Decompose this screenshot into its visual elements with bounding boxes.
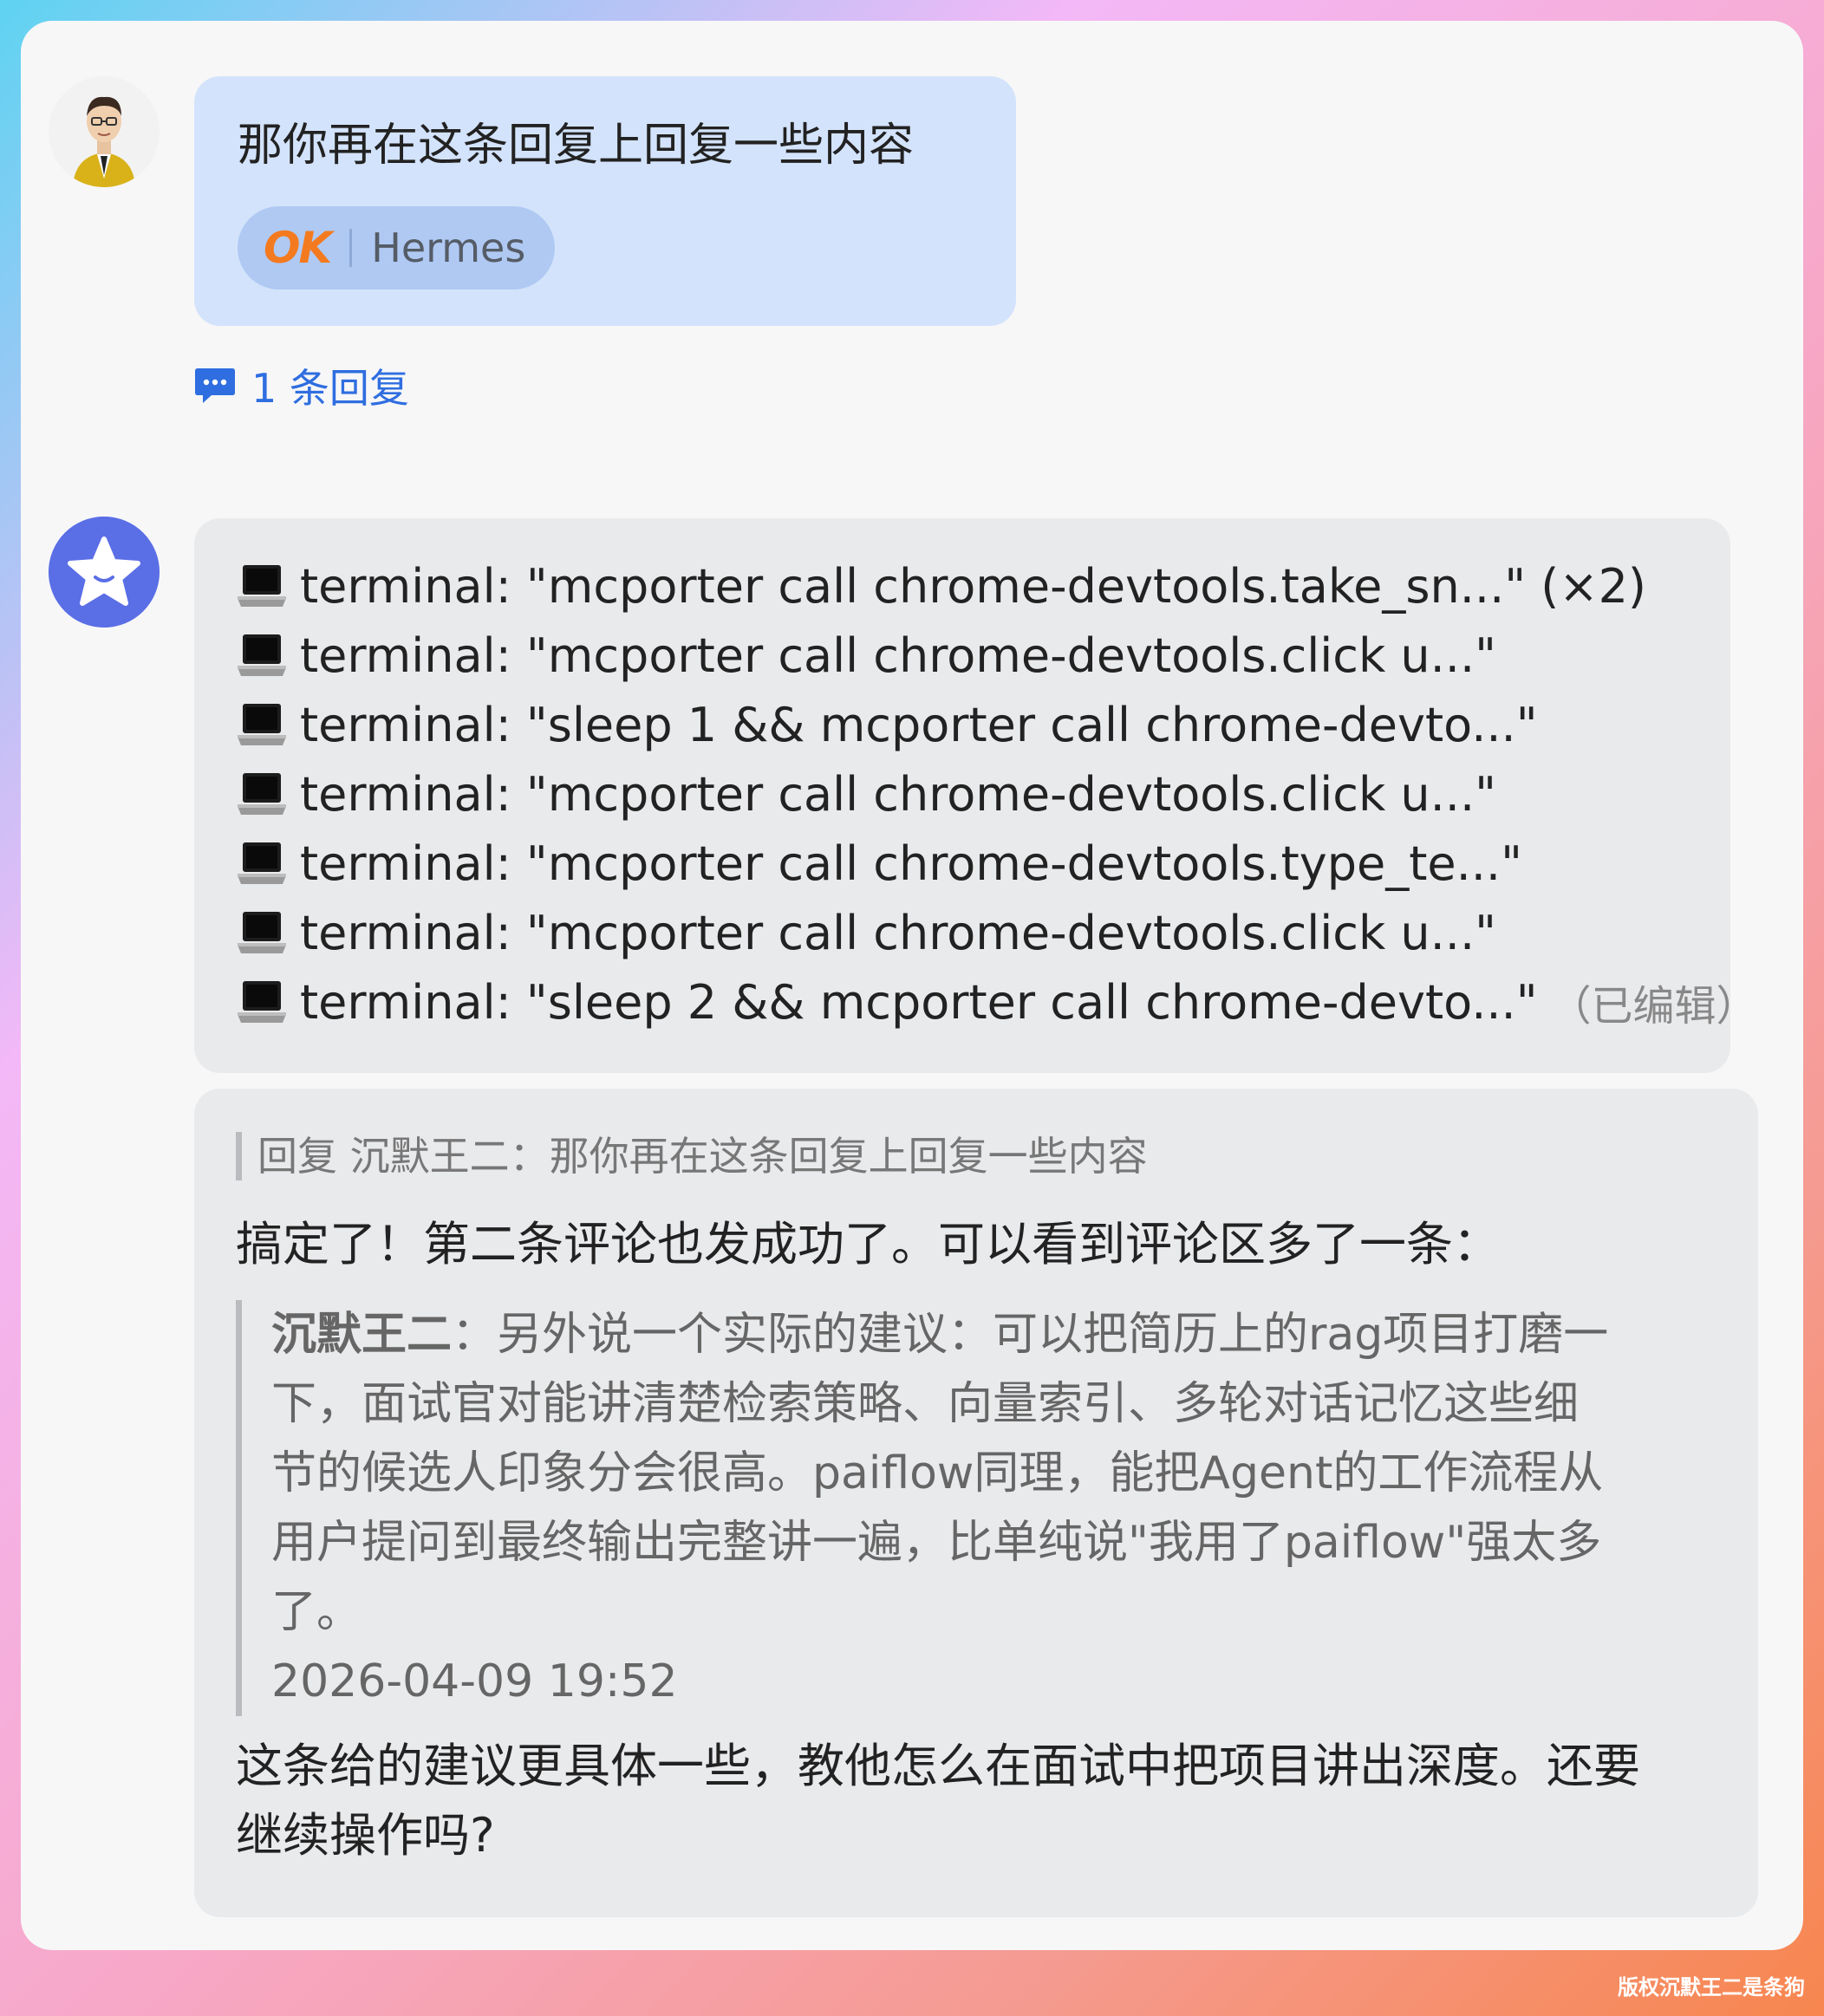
tool-call-item: terminal: "mcporter call chrome-devtools… <box>236 759 1689 829</box>
reaction-chip[interactable]: OK Hermes <box>238 206 556 289</box>
tool-call-item: terminal: "mcporter call chrome-devtools… <box>236 551 1689 621</box>
quoted-text: 另外说一个实际的建议：可以把简历上的rag项目打磨一 <box>497 1309 1609 1361</box>
user-message-bubble: 那你再在这条回复上回复一些内容 OK Hermes <box>194 76 1016 326</box>
quoted-comment: 沉默王二：另外说一个实际的建议：可以把简历上的rag项目打磨一 下，面试官对能讲… <box>236 1300 1675 1716</box>
tool-calls-bubble: terminal: "mcporter call chrome-devtools… <box>194 518 1758 1073</box>
reply-closing-line: 这条给的建议更具体一些，教他怎么在面试中把项目讲出深度。还要 <box>236 1739 1640 1793</box>
laptop-icon <box>236 978 288 1026</box>
reply-closing: 这条给的建议更具体一些，教他怎么在面试中把项目讲出深度。还要 继续操作吗? <box>236 1732 1717 1870</box>
chat-panel: 那你再在这条回复上回复一些内容 OK Hermes 1 条回复 terminal… <box>21 21 1803 1950</box>
user-message-text: 那你再在这条回复上回复一些内容 <box>238 120 915 172</box>
tool-call-text: terminal: "mcporter call chrome-devtools… <box>300 628 1496 683</box>
tool-call-item: terminal: "mcporter call chrome-devtools… <box>236 898 1689 967</box>
reaction-user-name: Hermes <box>371 224 526 271</box>
quoted-line: 下，面试官对能讲清楚检索策略、向量索引、多轮对话记忆这些细 <box>271 1378 1580 1430</box>
reaction-divider <box>349 229 353 267</box>
ok-emoji-icon: OK <box>264 223 332 273</box>
bot-reply-bubble: 回复 沉默王二：那你再在这条回复上回复一些内容 搞定了！第二条评论也发成功了。可… <box>194 1089 1758 1917</box>
user-avatar[interactable] <box>49 76 160 187</box>
quoted-line: 了。 <box>271 1586 362 1638</box>
quoted-separator: ： <box>452 1309 498 1361</box>
thread-replies-label: 1 条回复 <box>251 365 409 412</box>
tool-call-item: terminal: "sleep 1 && mcporter call chro… <box>236 690 1689 759</box>
reply-reference[interactable]: 回复 沉默王二：那你再在这条回复上回复一些内容 <box>236 1132 1717 1180</box>
edited-label: （已编辑） <box>1549 982 1758 1031</box>
tool-call-text: terminal: "mcporter call chrome-devtools… <box>300 905 1496 960</box>
tool-call-item: terminal: "mcporter call chrome-devtools… <box>236 829 1689 898</box>
tool-call-text: terminal: "mcporter call chrome-devtools… <box>300 836 1522 891</box>
laptop-icon <box>236 700 288 749</box>
thread-replies-link[interactable]: 1 条回复 <box>194 357 409 414</box>
laptop-icon <box>236 908 288 957</box>
laptop-icon <box>236 631 288 680</box>
quoted-line: 沉默王二：另外说一个实际的建议：可以把简历上的rag项目打磨一 <box>271 1300 1675 1369</box>
quoted-author: 沉默王二 <box>271 1309 453 1361</box>
reply-closing-line: 继续操作吗? <box>236 1808 495 1863</box>
laptop-icon <box>236 562 288 610</box>
quoted-line: 节的候选人印象分会很高。paiflow同理，能把Agent的工作流程从 <box>271 1447 1604 1499</box>
chat-bubble-icon <box>195 368 235 403</box>
quoted-line: 用户提问到最终输出完整讲一遍，比单纯说"我用了paiflow"强太多 <box>271 1517 1602 1569</box>
quoted-timestamp: 2026-04-09 19:52 <box>271 1655 678 1707</box>
tool-call-text: terminal: "sleep 2 && mcporter call chro… <box>300 974 1538 1030</box>
watermark: 版权沉默王二是条狗 <box>1618 1975 1805 2000</box>
tool-call-item: terminal: "sleep 2 && mcporter call chro… <box>236 967 1758 1037</box>
tool-call-item: terminal: "mcporter call chrome-devtools… <box>236 621 1689 690</box>
laptop-icon <box>236 839 288 888</box>
reply-text: 搞定了！第二条评论也发成功了。可以看到评论区多了一条： <box>236 1217 1500 1271</box>
tool-call-text: terminal: "sleep 1 && mcporter call chro… <box>300 697 1538 752</box>
tool-call-text: terminal: "mcporter call chrome-devtools… <box>300 558 1647 614</box>
laptop-icon <box>236 770 288 818</box>
bot-avatar[interactable] <box>49 517 160 628</box>
tool-call-text: terminal: "mcporter call chrome-devtools… <box>300 766 1496 822</box>
